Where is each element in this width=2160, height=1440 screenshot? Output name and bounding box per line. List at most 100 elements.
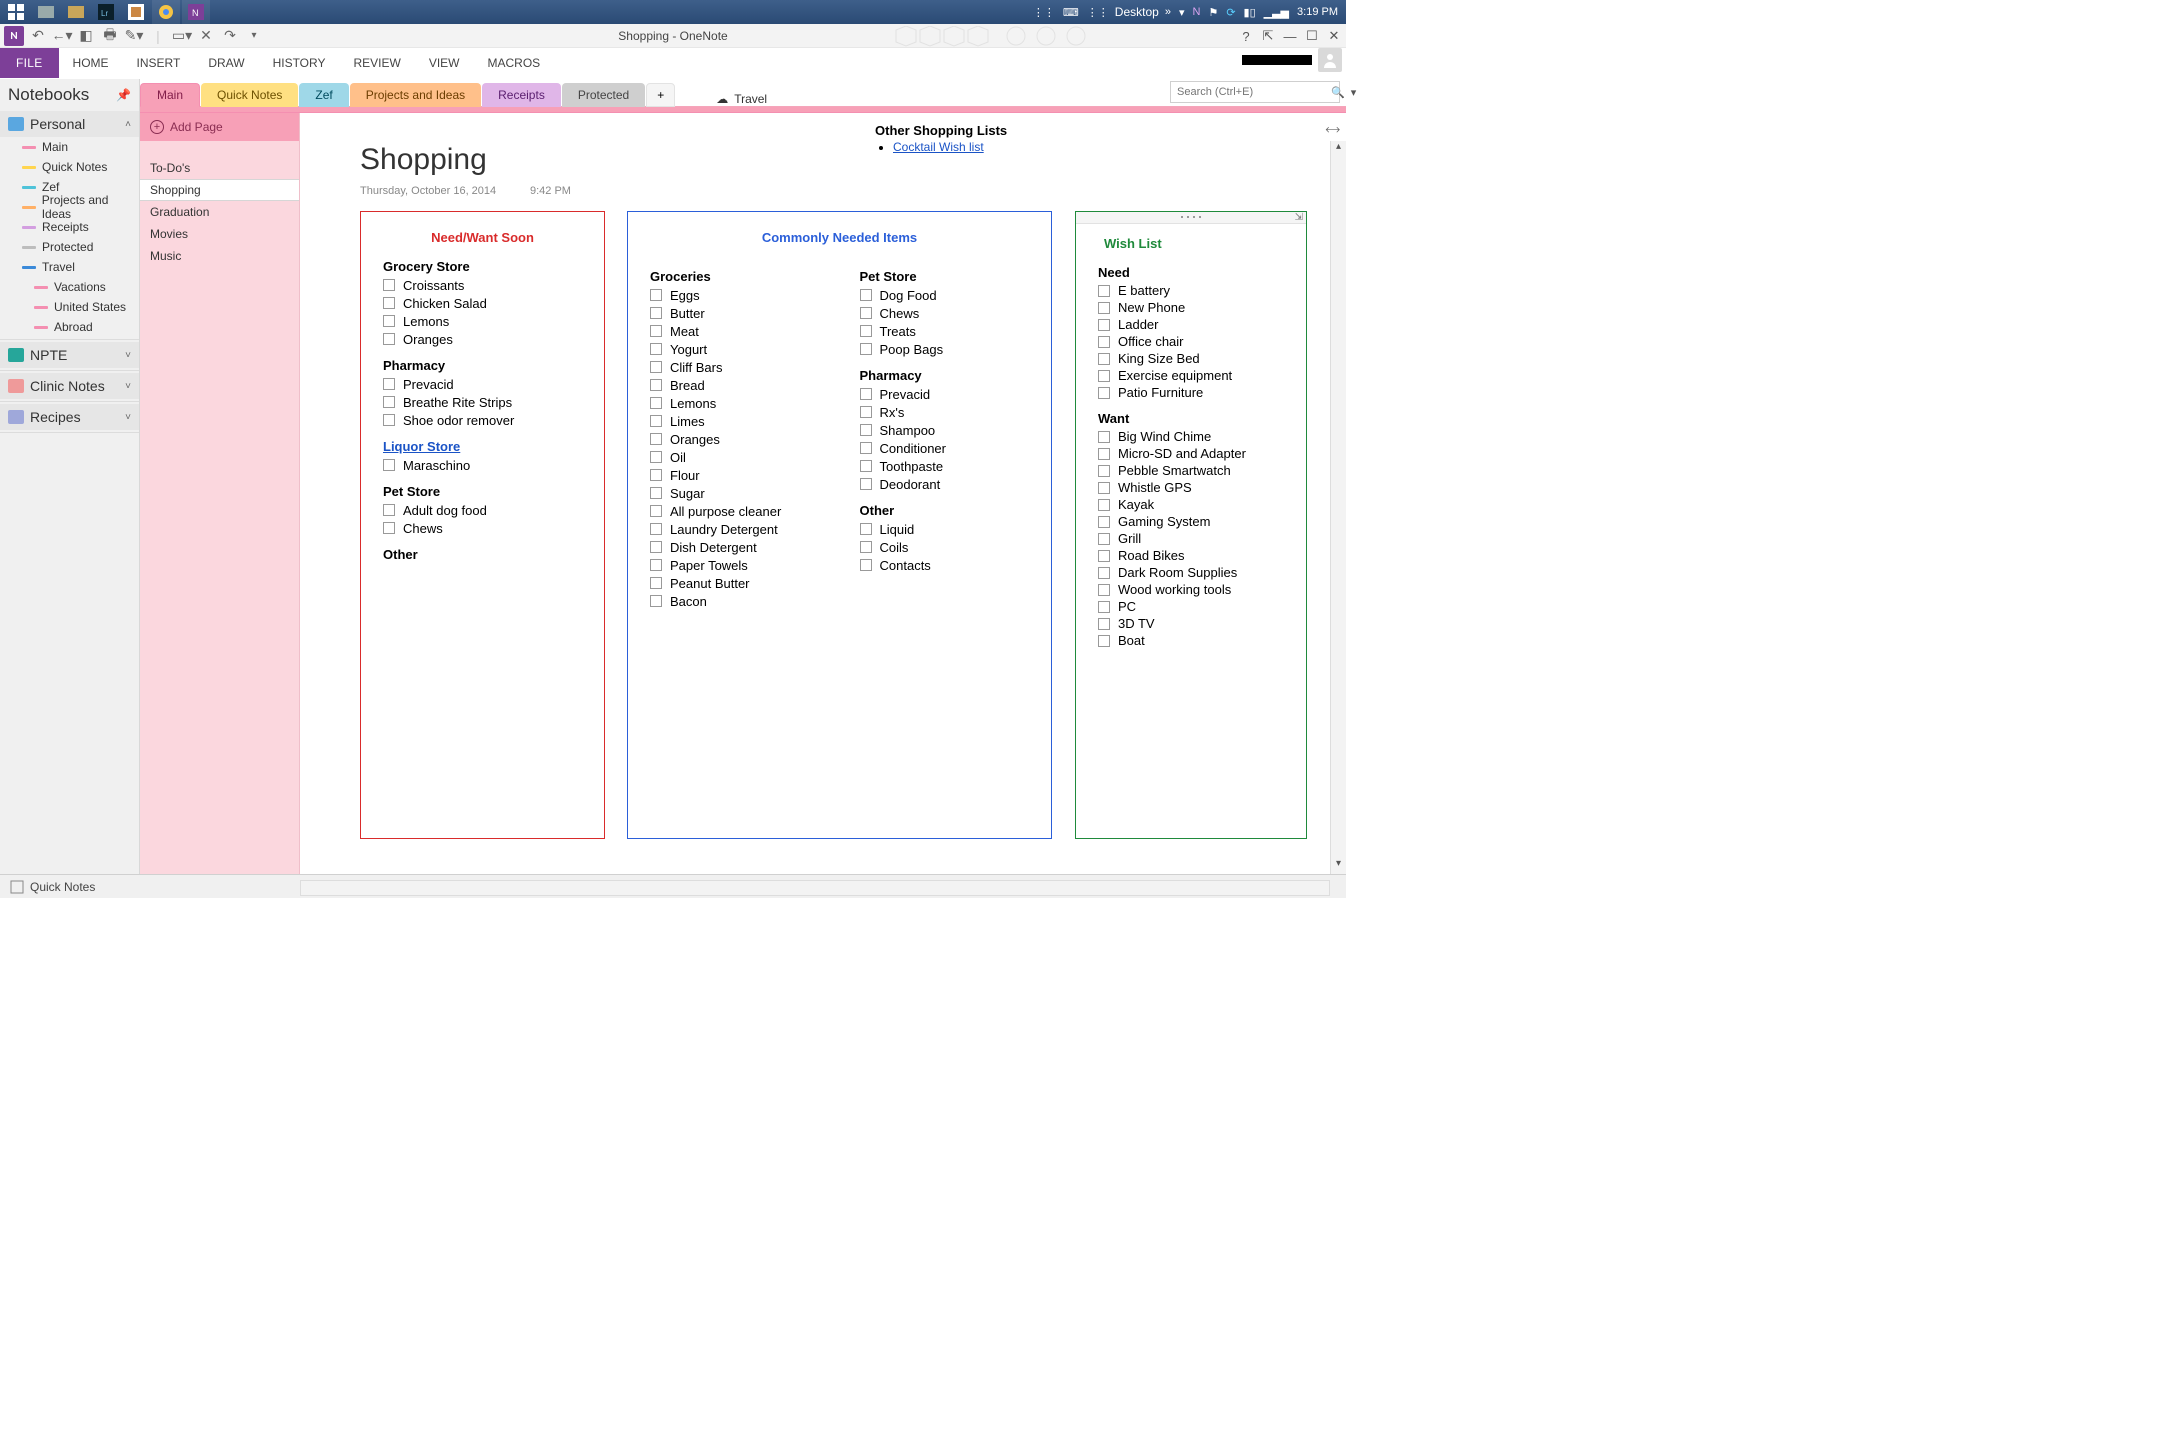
checkbox[interactable] [860,388,872,400]
qat-redo[interactable]: ↷ [220,26,240,46]
section-projects-and-ideas[interactable]: Projects and Ideas [0,197,139,217]
note-container-commonly-needed[interactable]: Commonly Needed ItemsGroceriesEggsButter… [627,211,1052,839]
checkbox[interactable] [1098,550,1110,562]
checkbox[interactable] [650,523,662,535]
checklist-item[interactable]: Dark Room Supplies [1098,564,1284,581]
ribbon-tab-macros[interactable]: MACROS [473,47,554,78]
page-item[interactable]: Shopping [140,179,299,201]
checkbox[interactable] [1098,448,1110,460]
checklist-item[interactable]: Butter [650,304,820,322]
checkbox[interactable] [1098,499,1110,511]
ribbon-tab-home[interactable]: HOME [59,47,123,78]
section-tab-receipts[interactable]: Receipts [482,83,561,107]
checklist-item[interactable]: Deodorant [860,475,1030,493]
vertical-scrollbar[interactable]: ▴ ▾ [1330,141,1346,874]
checklist-item[interactable]: E battery [1098,282,1284,299]
checkbox[interactable] [1098,482,1110,494]
ribbon-tab-draw[interactable]: DRAW [194,47,258,78]
checklist-item[interactable]: Lemons [650,394,820,412]
qat-dock[interactable]: ◧ [76,26,96,46]
checkbox[interactable] [860,478,872,490]
checklist-item[interactable]: Lemons [383,312,582,330]
checkbox[interactable] [383,279,395,291]
checkbox[interactable] [650,307,662,319]
section-travel[interactable]: Travel [0,257,139,277]
notebook-clinic-notes[interactable]: Clinic Notes˅ [0,373,139,399]
checklist-item[interactable]: 3D TV [1098,615,1284,632]
ribbon-tab-insert[interactable]: INSERT [123,47,195,78]
checklist-item[interactable]: New Phone [1098,299,1284,316]
notebook-npte[interactable]: NPTE˅ [0,342,139,368]
page-item[interactable]: Graduation [140,201,299,223]
checkbox[interactable] [650,397,662,409]
tray-signal-icon[interactable]: ▁▃▅ [1264,6,1289,19]
note-container-wish-list[interactable]: ⇲Wish ListNeedE batteryNew PhoneLadderOf… [1075,211,1307,839]
section-united-states[interactable]: United States [0,297,139,317]
notebook-personal[interactable]: Personal˄ [0,111,139,137]
checklist-item[interactable]: Grill [1098,530,1284,547]
scroll-down-icon[interactable]: ▾ [1331,858,1346,874]
checklist-item[interactable]: Ladder [1098,316,1284,333]
checklist-item[interactable]: Gaming System [1098,513,1284,530]
checklist-item[interactable]: Conditioner [860,439,1030,457]
checklist-item[interactable]: Big Wind Chime [1098,428,1284,445]
checklist-item[interactable]: Exercise equipment [1098,367,1284,384]
checkbox[interactable] [1098,635,1110,647]
ribbon-tab-history[interactable]: HISTORY [259,47,340,78]
section-tab-protected[interactable]: Protected [562,83,645,107]
checklist-item[interactable]: Prevacid [860,385,1030,403]
section-abroad[interactable]: Abroad [0,317,139,337]
checklist-item[interactable]: Toothpaste [860,457,1030,475]
checkbox[interactable] [1098,584,1110,596]
taskbar-app-1[interactable] [32,0,60,24]
page-item[interactable]: Music [140,245,299,267]
checkbox[interactable] [383,504,395,516]
taskbar-app-chrome[interactable] [152,0,180,24]
checklist-item[interactable]: Maraschino [383,456,582,474]
checklist-item[interactable]: Liquid [860,520,1030,538]
checkbox[interactable] [383,459,395,471]
checkbox[interactable] [1098,618,1110,630]
qat-format-painter[interactable]: ✎▾ [124,26,144,46]
checklist-item[interactable]: Oranges [383,330,582,348]
horizontal-scrollbar[interactable] [300,880,1330,896]
checklist-item[interactable]: Prevacid [383,375,582,393]
checkbox[interactable] [650,559,662,571]
checklist-item[interactable]: Flour [650,466,820,484]
checkbox[interactable] [1098,302,1110,314]
checkbox[interactable] [650,541,662,553]
tray-icon[interactable]: ⋮⋮ [1033,6,1055,19]
section-main[interactable]: Main [0,137,139,157]
checkbox[interactable] [1098,370,1110,382]
checkbox[interactable] [1098,601,1110,613]
tray-flag-icon[interactable]: ⚑ [1208,6,1218,19]
checkbox[interactable] [1098,465,1110,477]
checkbox[interactable] [383,522,395,534]
checkbox[interactable] [650,505,662,517]
checkbox[interactable] [1098,567,1110,579]
search-input[interactable] [1171,86,1325,98]
section-tab-main[interactable]: Main [140,83,200,107]
tray-battery-icon[interactable]: ▮▯ [1244,6,1256,19]
checkbox[interactable] [650,289,662,301]
checklist-item[interactable]: Treats [860,322,1030,340]
page-item[interactable]: To-Do's [140,157,299,179]
checklist-item[interactable]: Wood working tools [1098,581,1284,598]
checklist-item[interactable]: Laundry Detergent [650,520,820,538]
container-close-icon[interactable]: ⇲ [1295,212,1303,223]
checklist-item[interactable]: Dish Detergent [650,538,820,556]
other-shopping-lists[interactable]: Other Shopping Lists Cocktail Wish list [875,123,1007,154]
checklist-item[interactable]: Contacts [860,556,1030,574]
ribbon-tab-view[interactable]: VIEW [415,47,474,78]
checkbox[interactable] [650,343,662,355]
file-tab[interactable]: FILE [0,47,59,78]
tray-sync-icon[interactable]: ⟳ [1226,6,1235,19]
page-title[interactable]: Shopping [360,143,487,177]
section-tab-quick-notes[interactable]: Quick Notes [201,83,298,107]
taskbar-app-4[interactable] [122,0,150,24]
checkbox[interactable] [860,325,872,337]
checklist-item[interactable]: Adult dog food [383,501,582,519]
checkbox[interactable] [650,379,662,391]
qat-page[interactable]: ▭▾ [172,26,192,46]
tray-keyboard-icon[interactable]: ⌨ [1063,6,1079,19]
